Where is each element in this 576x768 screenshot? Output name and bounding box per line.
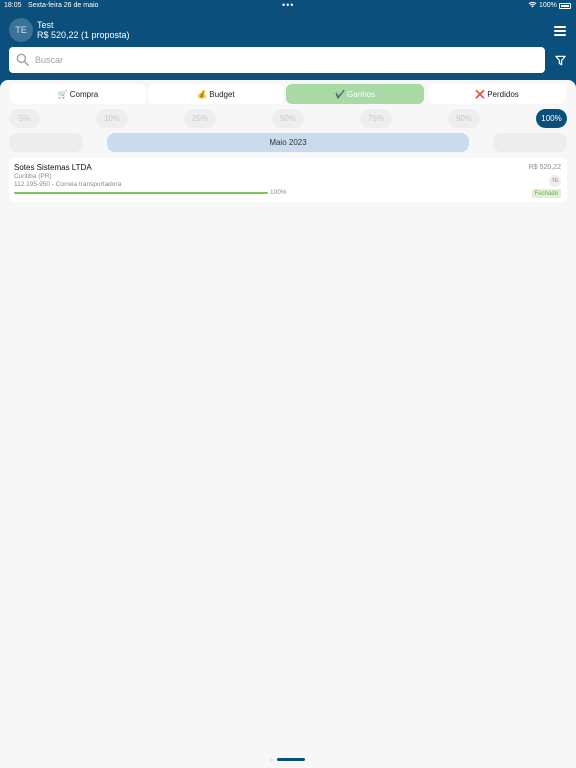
hamburger-menu-icon[interactable] [554,26,566,36]
tab-label: Compra [69,89,99,99]
wifi-icon [528,1,537,8]
status-date: Sexta-feira 26 de maio [28,2,99,9]
filter-icon[interactable] [555,55,566,66]
money-bag-icon: 💰 [197,89,208,99]
proposal-value: R$ 520,22 [528,164,561,171]
company-address: 112.195-950 - Correia transportadora [14,181,122,188]
tab-budget[interactable]: 💰 Budget [148,84,284,104]
percent-filter-100[interactable]: 100% [536,109,567,128]
status-bar: 18:05 Sexta-feira 26 de maio ••• 100% [0,0,576,12]
page-dot [270,759,273,761]
user-name: Test [37,20,54,30]
month-next[interactable] [493,133,567,152]
percent-filter-5[interactable]: 5% [9,109,40,128]
percent-filter-50[interactable]: 50% [272,109,304,128]
tab-label: Budget [209,89,235,99]
battery-percent: 100% [539,2,557,9]
tab-perdidos[interactable]: ❌ Perdidos [428,84,566,104]
tab-label: Perdidos [487,89,519,99]
cross-icon: ❌ [475,89,486,99]
search-bar[interactable] [9,47,545,73]
status-time: 18:05 [4,2,22,9]
owner-avatar: TE [549,175,561,187]
user-avatar[interactable]: TE [9,18,33,42]
month-previous[interactable] [9,133,83,152]
proposals-summary: R$ 520,22 (1 proposta) [37,30,130,40]
progress-bar [14,192,268,194]
percent-filter-75[interactable]: 75% [360,109,392,128]
tab-ganhos[interactable]: ✔️ Ganhos [286,84,424,104]
percent-filter-90[interactable]: 90% [448,109,480,128]
home-indicator [277,758,305,761]
tab-compra[interactable]: 🛒 Compra [10,84,146,104]
proposal-card[interactable]: Sotes Sistemas LTDA Curitiba (PR) 112.19… [9,158,567,202]
battery-icon [559,3,571,9]
search-icon [16,53,29,66]
multitasking-dots[interactable]: ••• [282,0,294,10]
percent-filter-25[interactable]: 25% [184,109,216,128]
company-name: Sotes Sistemas LTDA [14,163,92,172]
progress-fill [14,192,268,194]
search-input[interactable] [35,51,535,69]
cart-icon: 🛒 [57,89,68,99]
check-icon: ✔️ [335,89,345,99]
status-badge: Fechado [531,189,561,198]
company-city: Curitiba (PR) [14,173,52,180]
percent-filter-10[interactable]: 10% [96,109,128,128]
month-current[interactable]: Maio 2023 [107,133,469,152]
progress-label: 100% [270,189,287,196]
tab-label: Ganhos [346,89,375,99]
